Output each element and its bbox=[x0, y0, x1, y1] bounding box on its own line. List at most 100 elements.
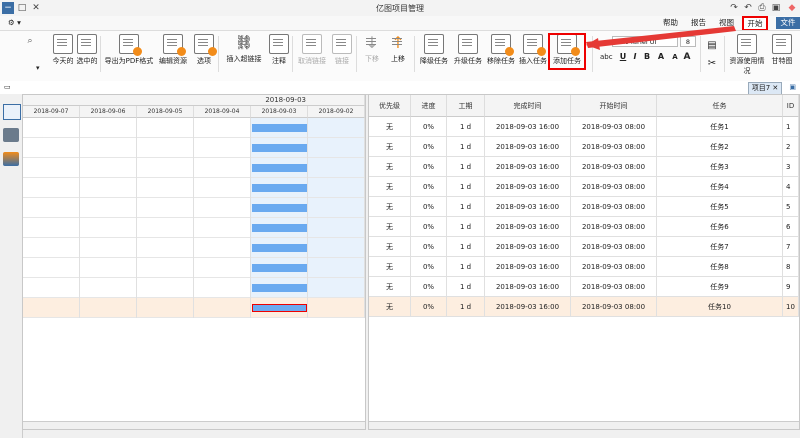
column-header-start[interactable]: 开始时间 bbox=[571, 95, 657, 117]
task-bar[interactable] bbox=[252, 264, 307, 272]
app-logo-icon: ◆ bbox=[788, 3, 796, 13]
column-header-duration[interactable]: 工期 bbox=[447, 95, 485, 117]
table-row[interactable]: 10 任务10 2018-09-03 08:00 2018-09-03 16:00 1 … bbox=[369, 297, 799, 317]
clipboard-icon[interactable]: ▤ bbox=[706, 40, 718, 52]
table-view-icon[interactable] bbox=[3, 104, 21, 120]
table-row[interactable]: 6 任务6 2018-09-03 08:00 2018-09-03 16:00 1 d0… bbox=[369, 217, 799, 237]
table-header: ID 任务 开始时间 完成时间 工期 进度 优先级 bbox=[369, 95, 799, 117]
font-shrink-icon[interactable]: A bbox=[670, 52, 680, 62]
column-header-finish[interactable]: 完成时间 bbox=[485, 95, 571, 117]
font-size-select[interactable]: 8 bbox=[680, 36, 696, 47]
gantt-row bbox=[23, 278, 365, 298]
menu-view[interactable]: 视图 bbox=[713, 17, 740, 29]
bold-icon[interactable]: B bbox=[642, 52, 652, 62]
lower-task-button[interactable]: 降级任务 bbox=[418, 34, 450, 74]
link-button[interactable]: 链接 bbox=[330, 34, 354, 74]
cell-id: 5 bbox=[783, 197, 799, 217]
font-name-select[interactable]: Soft YaHei UI bbox=[612, 36, 678, 47]
underline-icon[interactable]: U bbox=[618, 52, 628, 62]
minimize-icon[interactable]: − bbox=[2, 2, 14, 14]
cell-priority: 无 bbox=[369, 237, 411, 257]
move-up-button[interactable]: ↑ 上移 bbox=[386, 34, 410, 74]
maximize-icon[interactable]: □ bbox=[16, 2, 28, 14]
font-color-icon[interactable]: A bbox=[656, 52, 666, 62]
cell-task: 任务6 bbox=[657, 217, 783, 237]
ribbon-separator bbox=[292, 36, 293, 72]
redo-icon[interactable]: ↷ bbox=[728, 2, 740, 14]
task-bar[interactable] bbox=[252, 184, 307, 192]
column-header-progress[interactable]: 进度 bbox=[411, 95, 447, 117]
select-all-button[interactable]: 选中的 bbox=[76, 34, 98, 74]
insert-task-button[interactable]: 插入任务 bbox=[518, 34, 548, 74]
table-row[interactable]: 7 任务7 2018-09-03 08:00 2018-09-03 16:00 1 d0… bbox=[369, 237, 799, 257]
move-down-button[interactable]: ↓ 下移 bbox=[360, 34, 384, 74]
table-row[interactable]: 4 任务4 2018-09-03 08:00 2018-09-03 16:00 1 d0… bbox=[369, 177, 799, 197]
task-bar[interactable] bbox=[252, 244, 307, 252]
zoom-icon[interactable]: ⌕ bbox=[22, 36, 38, 52]
task-bar[interactable] bbox=[252, 124, 307, 132]
table-row[interactable]: 9 任务9 2018-09-03 08:00 2018-09-03 16:00 1 d0… bbox=[369, 277, 799, 297]
cell-priority: 无 bbox=[369, 137, 411, 157]
italic-icon[interactable]: I bbox=[630, 52, 640, 62]
cut-icon[interactable]: ✂ bbox=[706, 58, 718, 70]
options-button[interactable]: 选项 bbox=[192, 34, 217, 74]
gantt-gridline bbox=[136, 118, 137, 318]
tab-list-icon[interactable]: ▭ bbox=[4, 83, 11, 91]
table-row[interactable]: 2 任务2 2018-09-03 08:00 2018-09-03 16:00 1 d0… bbox=[369, 137, 799, 157]
task-bar[interactable] bbox=[252, 144, 307, 152]
font-grow-icon[interactable]: A bbox=[682, 52, 692, 62]
menu-home[interactable]: 开始 bbox=[742, 16, 768, 31]
gantt-date-label: 2018-09-05 bbox=[137, 106, 194, 118]
window-title: 亿图项目管理 bbox=[376, 4, 424, 13]
gantt-scrollbar[interactable] bbox=[23, 421, 365, 429]
menu-file[interactable]: 文件 bbox=[776, 17, 800, 29]
ribbon-separator bbox=[724, 36, 725, 72]
task-bar[interactable] bbox=[252, 164, 307, 172]
task-bar[interactable] bbox=[252, 304, 307, 312]
table-row[interactable]: 5 任务5 2018-09-03 08:00 2018-09-03 16:00 1 d0… bbox=[369, 197, 799, 217]
resource-usage-button[interactable]: 资源使用情况 bbox=[728, 34, 766, 75]
cell-priority: 无 bbox=[369, 257, 411, 277]
column-header-priority[interactable]: 优先级 bbox=[369, 95, 411, 117]
table-row[interactable]: 8 任务8 2018-09-03 08:00 2018-09-03 16:00 1 d0… bbox=[369, 257, 799, 277]
task-bar[interactable] bbox=[252, 204, 307, 212]
export-pdf-button[interactable]: 导出为PDF格式 bbox=[104, 34, 154, 74]
edit-resources-button[interactable]: 编辑资源 bbox=[156, 34, 190, 74]
ribbon-collapse-icon[interactable]: ▾ bbox=[36, 64, 40, 72]
gantt-chart-button[interactable]: 甘特图 bbox=[768, 34, 796, 74]
undo-icon[interactable]: ↶ bbox=[742, 2, 754, 14]
menu-help[interactable]: 帮助 bbox=[657, 17, 684, 29]
today-button[interactable]: 今天的 bbox=[52, 34, 74, 74]
cell-duration: 1 d bbox=[447, 117, 485, 137]
save-icon[interactable]: ▣ bbox=[770, 2, 782, 14]
cell-duration: 1 d bbox=[447, 137, 485, 157]
lower-task-label: 降级任务 bbox=[420, 57, 448, 65]
cell-id: 3 bbox=[783, 157, 799, 177]
task-bar[interactable] bbox=[252, 224, 307, 232]
table-row[interactable]: 1 任务1 2018-09-03 08:00 2018-09-03 16:00 1 d0… bbox=[369, 117, 799, 137]
remove-task-button[interactable]: 移除任务 bbox=[486, 34, 516, 74]
column-header-task[interactable]: 任务 bbox=[657, 95, 783, 117]
note-button[interactable]: 注释 bbox=[268, 34, 290, 74]
cell-id: 8 bbox=[783, 257, 799, 277]
menu-report[interactable]: 报告 bbox=[685, 17, 712, 29]
settings-icon[interactable]: ⚙ ▾ bbox=[2, 17, 27, 29]
unlink-button[interactable]: 取消链接 bbox=[296, 34, 328, 74]
close-icon[interactable]: ✕ bbox=[30, 2, 42, 14]
cell-start: 2018-09-03 08:00 bbox=[571, 277, 657, 297]
table-scrollbar[interactable] bbox=[369, 421, 799, 429]
page-icon[interactable]: ▣ bbox=[789, 83, 796, 91]
cell-start: 2018-09-03 08:00 bbox=[571, 197, 657, 217]
cell-progress: 0% bbox=[411, 197, 447, 217]
insert-hyperlink-button[interactable]: ⛓ 插入超链接 bbox=[222, 34, 266, 74]
task-bar[interactable] bbox=[252, 284, 307, 292]
raise-task-button[interactable]: 升级任务 bbox=[452, 34, 484, 74]
briefcase-icon[interactable] bbox=[3, 128, 19, 142]
column-header-id[interactable]: ID bbox=[783, 95, 799, 117]
arrow-down-icon: ↓ bbox=[363, 34, 381, 52]
print-icon[interactable]: ⎙ bbox=[756, 2, 768, 14]
strikethrough-icon[interactable]: abc bbox=[600, 52, 613, 62]
table-row[interactable]: 3 任务3 2018-09-03 08:00 2018-09-03 16:00 1 d0… bbox=[369, 157, 799, 177]
resource-icon[interactable] bbox=[3, 152, 19, 166]
today-icon bbox=[53, 34, 73, 54]
